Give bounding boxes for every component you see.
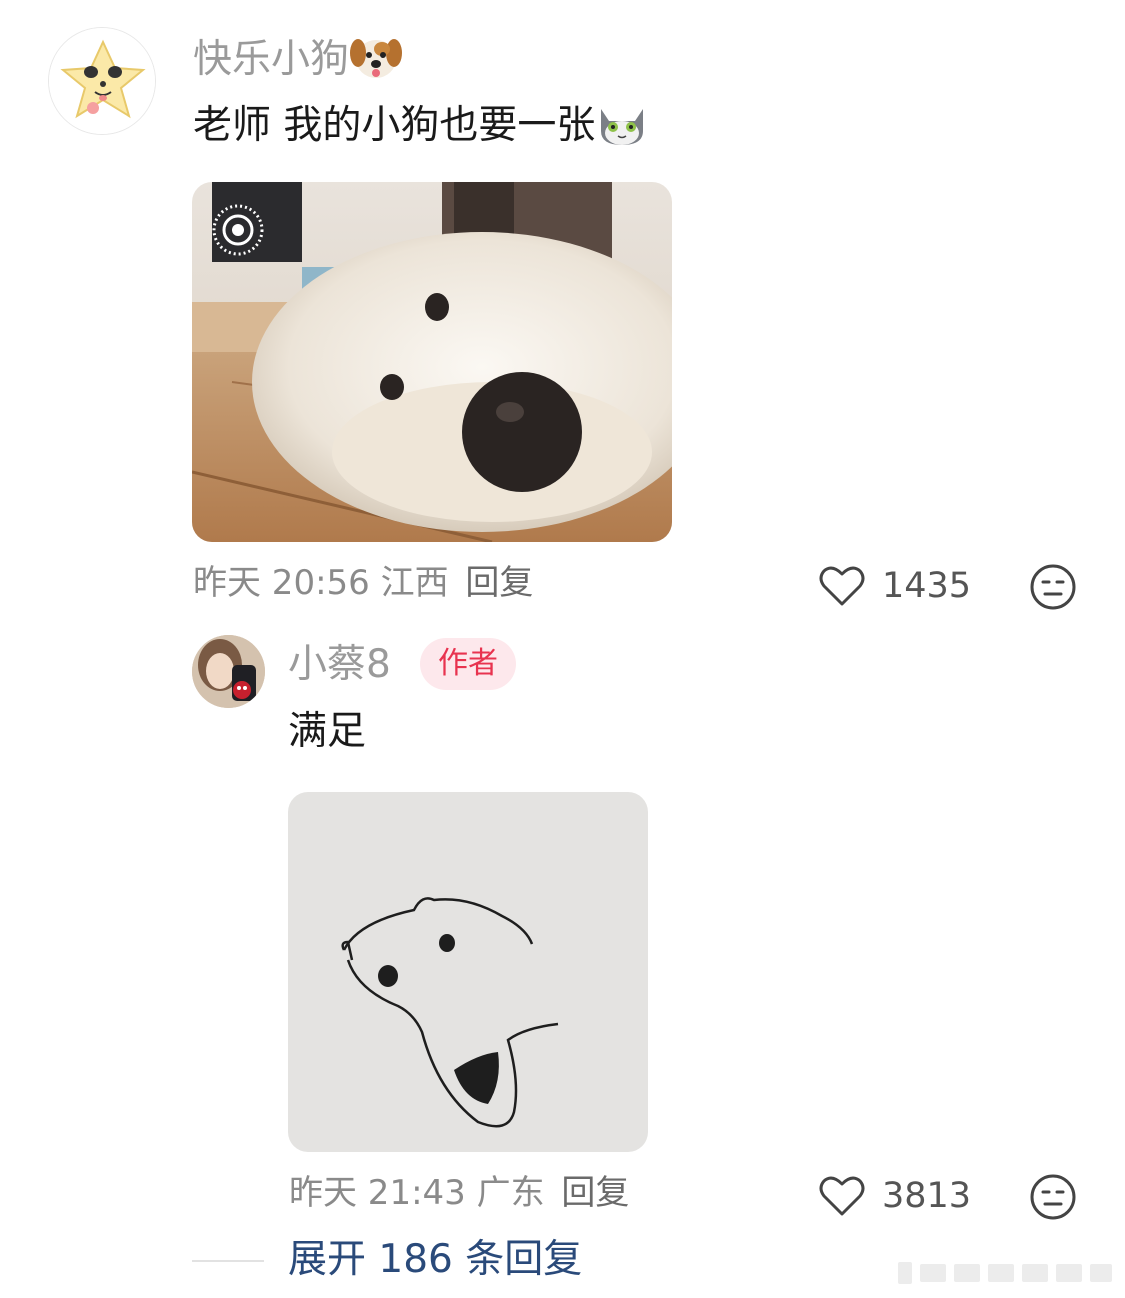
reply-location: 广东 — [476, 1173, 545, 1213]
comment-location: 江西 — [380, 563, 449, 603]
reply-timestamp: 昨天 21:43 — [289, 1173, 466, 1213]
like-count: 1435 — [882, 565, 972, 606]
avatar[interactable] — [192, 635, 265, 708]
dog-face-emoji-icon — [349, 35, 403, 88]
like-count: 3813 — [882, 1175, 972, 1216]
comment-timestamp: 昨天 20:56 — [193, 563, 370, 603]
watermark-icon — [898, 1262, 1112, 1284]
reply-button[interactable]: 回复 — [465, 563, 533, 603]
like-button[interactable]: 3813 — [818, 1171, 971, 1221]
neutral-face-icon — [1030, 1174, 1076, 1220]
comment-thread: 快乐小狗 老师 我的小狗也要一张 昨天 20:56 江西 回复 1435 小蔡8… — [0, 0, 1125, 1298]
author-badge: 作者 — [420, 638, 516, 690]
neutral-face-icon — [1030, 564, 1076, 610]
reply-text: 满足 — [288, 709, 367, 754]
avatar[interactable] — [48, 27, 156, 135]
comment-text: 老师 我的小狗也要一张 — [193, 101, 649, 154]
like-button[interactable]: 1435 — [818, 561, 971, 611]
reply-meta: 昨天 21:43 广东 回复 — [289, 1176, 629, 1210]
cat-face-emoji-icon — [595, 101, 649, 154]
comment-username[interactable]: 快乐小狗 — [193, 35, 403, 88]
react-button[interactable] — [1029, 563, 1077, 611]
divider — [192, 1260, 264, 1262]
heart-outline-icon — [819, 1176, 865, 1216]
user-portrait-avatar-icon — [192, 635, 265, 708]
react-button[interactable] — [1029, 1173, 1077, 1221]
expand-replies-link[interactable]: 展开 186 条回复 — [288, 1240, 582, 1279]
reply-username[interactable]: 小蔡8 — [288, 645, 391, 684]
comment-meta: 昨天 20:56 江西 回复 — [193, 566, 533, 600]
dog-sketch-drawing[interactable] — [288, 792, 648, 1152]
heart-outline-icon — [819, 566, 865, 606]
samoyed-photo[interactable] — [192, 182, 672, 542]
reply-button[interactable]: 回复 — [561, 1173, 629, 1213]
star-panda-avatar-icon — [49, 28, 155, 134]
